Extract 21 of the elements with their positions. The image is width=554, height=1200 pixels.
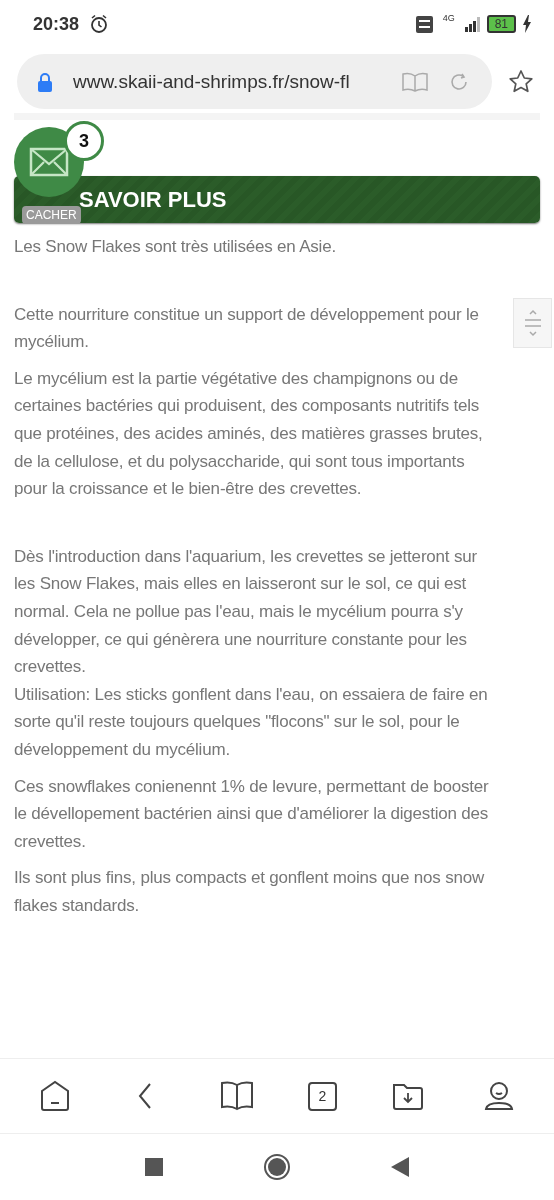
envelope-icon: [29, 147, 69, 177]
paragraph: Ces snowflakes conienennt 1% de levure, permettant de booster le dévellopement bactérien ainsi que d'améliorer la digestion des crevettes.: [14, 775, 490, 853]
lock-icon: [37, 71, 53, 92]
clock-time: 20:38: [33, 13, 80, 35]
paragraph: Cette nourriture constitue un support de développement pour le mycélium.: [14, 303, 480, 354]
star-icon[interactable]: [508, 68, 534, 95]
home-button-icon[interactable]: [263, 1153, 291, 1181]
battery-level: 81: [486, 15, 516, 33]
charging-icon: [522, 15, 532, 33]
drag-handle-icon: [522, 308, 543, 338]
paragraph: Le mycélium est la partie végétative des champignons ou de certaines bactéries qui produisent, des composants nutritifs tels que protéines, des acides aminés, des matières grasses brutes, de la cellulose, et du polysaccharide, qui sont tous importants pour la croissance et le bien-être des crevettes.: [14, 367, 484, 501]
network-type: 4G: [442, 13, 455, 23]
notification-badge: 3: [64, 121, 104, 161]
scroll-handle[interactable]: [513, 298, 552, 348]
back-triangle-icon[interactable]: [391, 1157, 409, 1177]
alarm-clock-icon: [89, 14, 110, 34]
paragraph: Ils sont plus fins, plus compacts et gonflent moins que nos snow flakes standards.: [14, 867, 486, 917]
paragraph: Utilisation: Les sticks gonflent dans l'eau, on essaiera de faire en sorte qu'il reste toujours quelques "flocons" sur le sol, pour le développement du mycélium.: [14, 683, 489, 761]
paragraph: Les Snow Flakes sont très utilisées en Asie.: [14, 236, 337, 258]
paragraph: Dès l'introduction dans l'aquarium, les crevettes se jetteront sur les Snow Flakes, mais elles en laisseront sur le sol, ce qui est normal. Cela ne pollue pas l'eau, mais le mycélium pourra s'y développer, ce qui génèrera une nourriture constante pour les crevettes.: [14, 545, 478, 679]
tabs-button[interactable]: 2: [307, 1081, 337, 1111]
